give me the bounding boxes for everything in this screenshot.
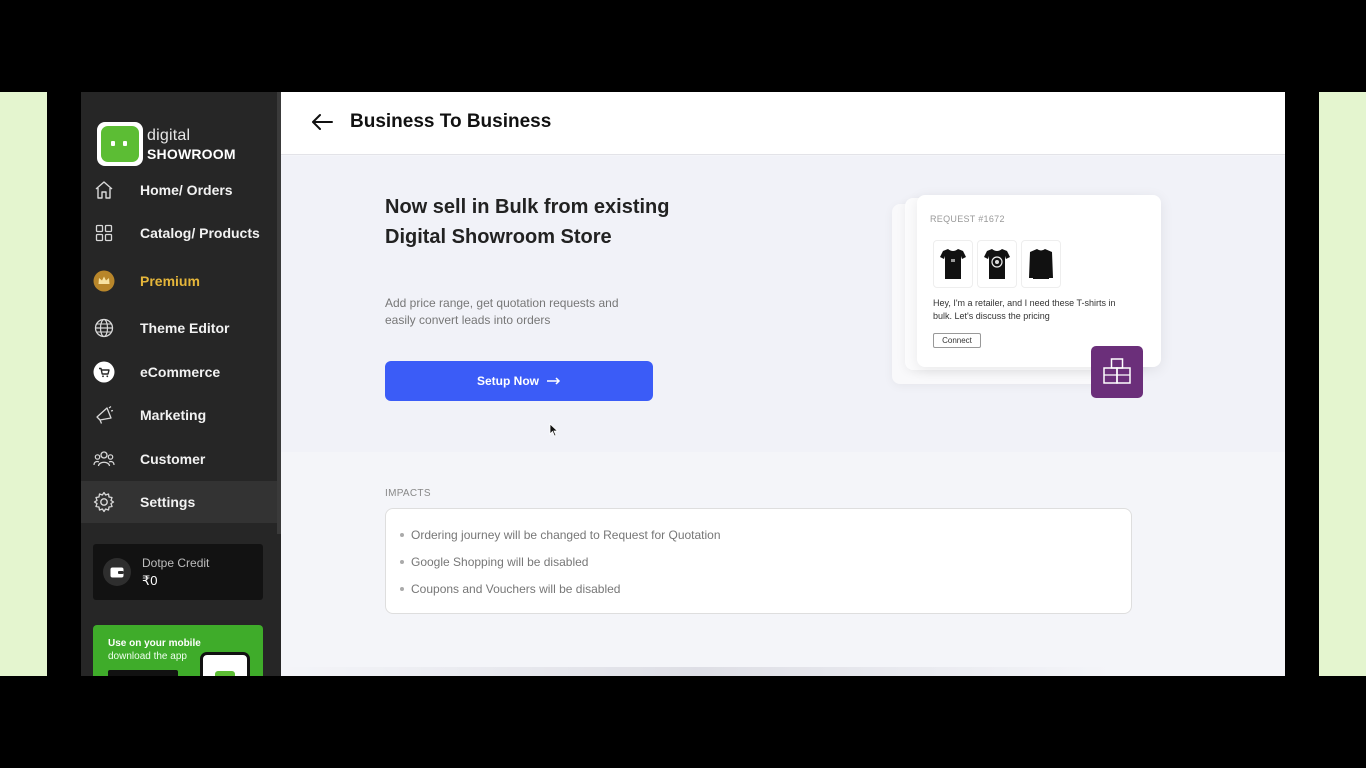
brand-name-line1: digital	[147, 127, 191, 144]
credit-value: ₹0	[142, 573, 158, 588]
credit-card[interactable]: Dotpe Credit ₹0	[93, 544, 263, 600]
crown-icon	[93, 270, 115, 292]
sidebar-item-ecommerce[interactable]: eCommerce	[81, 351, 277, 393]
page-title: Business To Business	[350, 111, 552, 132]
sidebar-item-customer[interactable]: Customer	[81, 438, 277, 480]
impacts-list: Ordering journey will be changed to Requ…	[385, 508, 1132, 614]
sidebar-item-catalog-products[interactable]: Catalog/ Products	[81, 212, 277, 254]
mobile-banner-subtitle: download the app	[108, 651, 187, 662]
impact-item: Ordering journey will be changed to Requ…	[400, 528, 721, 542]
bottom-fade	[281, 667, 1111, 676]
sidebar: digital SHOWROOM Home/ Orders Catalog/ P…	[81, 92, 281, 676]
sidebar-item-settings[interactable]: Settings	[81, 481, 277, 523]
sidebar-item-label: eCommerce	[140, 364, 221, 380]
store-icon	[101, 126, 139, 162]
back-button[interactable]	[309, 110, 335, 134]
mobile-app-banner[interactable]: Use on your mobile download the app	[93, 625, 263, 676]
impact-item: Google Shopping will be disabled	[400, 555, 588, 569]
hero-section: Now sell in Bulk from existing Digital S…	[281, 156, 1285, 452]
brand-name-line2: SHOWROOM	[147, 146, 236, 162]
wallet-icon	[103, 558, 131, 586]
sidebar-item-label: Settings	[140, 494, 196, 510]
arrow-left-icon	[312, 114, 333, 130]
arrow-right-icon	[547, 377, 561, 385]
impact-item: Coupons and Vouchers will be disabled	[400, 582, 620, 596]
hero-description: Add price range, get quotation requests …	[385, 296, 619, 327]
sidebar-item-label: Theme Editor	[140, 320, 230, 336]
main-content: Business To Business Now sell in Bulk fr…	[281, 92, 1285, 676]
cart-icon	[93, 361, 115, 383]
sidebar-item-label: Premium	[140, 273, 200, 289]
mobile-banner-title: Use on your mobile	[108, 638, 201, 649]
tshirt-image	[977, 240, 1017, 288]
sidebar-item-label: Home/ Orders	[140, 182, 233, 198]
hero-title: Now sell in Bulk from existing Digital S…	[385, 196, 670, 248]
setup-now-label: Setup Now	[477, 374, 539, 388]
background-right	[1319, 92, 1366, 676]
request-card: REQUEST #1672 Hey, I'm a retailer, and I…	[917, 195, 1161, 367]
phone-mockup-image	[200, 652, 250, 676]
credit-label: Dotpe Credit	[142, 556, 210, 570]
sidebar-item-label: Customer	[140, 451, 206, 467]
app-window: digital SHOWROOM Home/ Orders Catalog/ P…	[81, 92, 1285, 676]
home-icon	[93, 179, 115, 201]
globe-icon	[93, 317, 115, 339]
request-message: Hey, I'm a retailer, and I need these T-…	[933, 298, 1116, 321]
sidebar-item-home-orders[interactable]: Home/ Orders	[81, 169, 277, 211]
mouse-cursor-icon	[549, 423, 559, 437]
sidebar-item-label: Marketing	[140, 407, 207, 423]
top-bar: Business To Business	[281, 92, 1285, 155]
connect-button[interactable]: Connect	[933, 333, 981, 348]
brand-logo[interactable]	[97, 122, 143, 166]
app-store-badge[interactable]	[108, 670, 178, 676]
sidebar-item-theme-editor[interactable]: Theme Editor	[81, 307, 277, 349]
megaphone-icon	[93, 404, 115, 426]
tshirt-image	[1021, 240, 1061, 288]
setup-now-button[interactable]: Setup Now	[385, 361, 653, 401]
background-left	[0, 92, 47, 676]
sidebar-item-marketing[interactable]: Marketing	[81, 394, 277, 436]
users-icon	[93, 448, 115, 470]
grid-icon	[93, 222, 115, 244]
sidebar-item-label: Catalog/ Products	[140, 225, 260, 241]
impacts-heading: IMPACTS	[385, 488, 431, 499]
request-label: REQUEST #1672	[930, 214, 1005, 224]
tshirt-image	[933, 240, 973, 288]
boxes-icon	[1091, 346, 1143, 398]
sidebar-item-premium[interactable]: Premium	[81, 260, 277, 302]
screen-frame: digital SHOWROOM Home/ Orders Catalog/ P…	[0, 0, 1366, 768]
gear-icon	[93, 491, 115, 513]
